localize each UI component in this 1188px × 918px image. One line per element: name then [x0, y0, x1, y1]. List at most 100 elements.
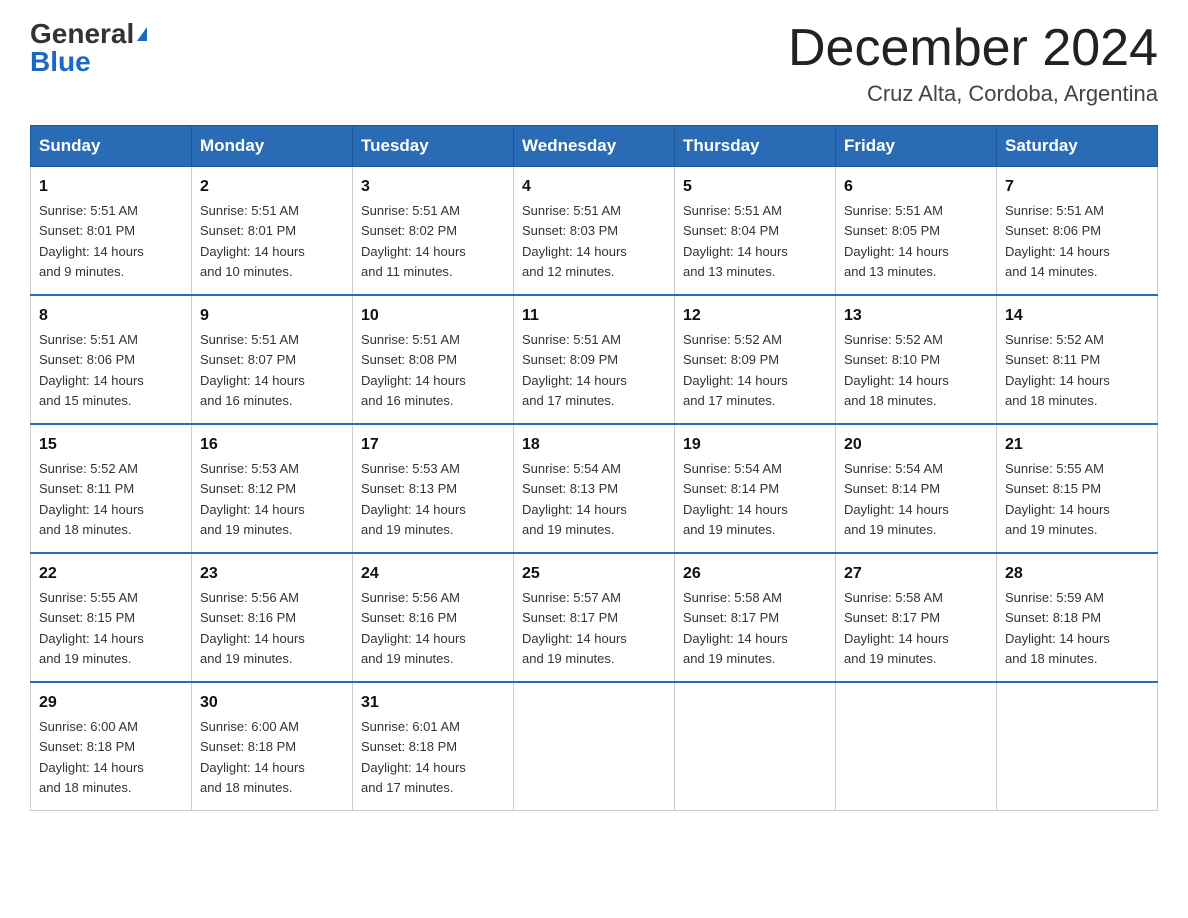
table-row: 3 Sunrise: 5:51 AMSunset: 8:02 PMDayligh… — [353, 167, 514, 296]
table-row: 2 Sunrise: 5:51 AMSunset: 8:01 PMDayligh… — [192, 167, 353, 296]
day-info: Sunrise: 6:00 AMSunset: 8:18 PMDaylight:… — [200, 719, 305, 795]
day-info: Sunrise: 5:56 AMSunset: 8:16 PMDaylight:… — [200, 590, 305, 666]
logo-blue: Blue — [30, 46, 91, 77]
day-info: Sunrise: 5:54 AMSunset: 8:14 PMDaylight:… — [683, 461, 788, 537]
day-number: 21 — [1005, 433, 1149, 457]
day-number: 22 — [39, 562, 183, 586]
header-wednesday: Wednesday — [514, 126, 675, 167]
day-info: Sunrise: 5:58 AMSunset: 8:17 PMDaylight:… — [844, 590, 949, 666]
table-row: 29 Sunrise: 6:00 AMSunset: 8:18 PMDaylig… — [31, 682, 192, 811]
table-row — [514, 682, 675, 811]
day-number: 13 — [844, 304, 988, 328]
table-row: 22 Sunrise: 5:55 AMSunset: 8:15 PMDaylig… — [31, 553, 192, 682]
day-number: 20 — [844, 433, 988, 457]
table-row: 4 Sunrise: 5:51 AMSunset: 8:03 PMDayligh… — [514, 167, 675, 296]
table-row: 8 Sunrise: 5:51 AMSunset: 8:06 PMDayligh… — [31, 295, 192, 424]
day-info: Sunrise: 5:51 AMSunset: 8:08 PMDaylight:… — [361, 332, 466, 408]
day-number: 6 — [844, 175, 988, 199]
day-number: 12 — [683, 304, 827, 328]
day-info: Sunrise: 5:55 AMSunset: 8:15 PMDaylight:… — [1005, 461, 1110, 537]
day-info: Sunrise: 5:51 AMSunset: 8:04 PMDaylight:… — [683, 203, 788, 279]
title-area: December 2024 Cruz Alta, Cordoba, Argent… — [788, 20, 1158, 107]
day-info: Sunrise: 5:56 AMSunset: 8:16 PMDaylight:… — [361, 590, 466, 666]
day-number: 4 — [522, 175, 666, 199]
table-row: 6 Sunrise: 5:51 AMSunset: 8:05 PMDayligh… — [836, 167, 997, 296]
header-saturday: Saturday — [997, 126, 1158, 167]
table-row — [997, 682, 1158, 811]
day-info: Sunrise: 5:51 AMSunset: 8:07 PMDaylight:… — [200, 332, 305, 408]
header-sunday: Sunday — [31, 126, 192, 167]
header-tuesday: Tuesday — [353, 126, 514, 167]
header-thursday: Thursday — [675, 126, 836, 167]
table-row: 15 Sunrise: 5:52 AMSunset: 8:11 PMDaylig… — [31, 424, 192, 553]
calendar-week-row: 1 Sunrise: 5:51 AMSunset: 8:01 PMDayligh… — [31, 167, 1158, 296]
day-info: Sunrise: 5:54 AMSunset: 8:13 PMDaylight:… — [522, 461, 627, 537]
table-row: 30 Sunrise: 6:00 AMSunset: 8:18 PMDaylig… — [192, 682, 353, 811]
table-row — [836, 682, 997, 811]
table-row: 23 Sunrise: 5:56 AMSunset: 8:16 PMDaylig… — [192, 553, 353, 682]
table-row: 5 Sunrise: 5:51 AMSunset: 8:04 PMDayligh… — [675, 167, 836, 296]
day-info: Sunrise: 5:57 AMSunset: 8:17 PMDaylight:… — [522, 590, 627, 666]
day-number: 24 — [361, 562, 505, 586]
table-row: 31 Sunrise: 6:01 AMSunset: 8:18 PMDaylig… — [353, 682, 514, 811]
day-number: 23 — [200, 562, 344, 586]
day-number: 27 — [844, 562, 988, 586]
location-subtitle: Cruz Alta, Cordoba, Argentina — [788, 81, 1158, 107]
table-row: 26 Sunrise: 5:58 AMSunset: 8:17 PMDaylig… — [675, 553, 836, 682]
table-row: 16 Sunrise: 5:53 AMSunset: 8:12 PMDaylig… — [192, 424, 353, 553]
table-row: 25 Sunrise: 5:57 AMSunset: 8:17 PMDaylig… — [514, 553, 675, 682]
day-number: 8 — [39, 304, 183, 328]
day-number: 28 — [1005, 562, 1149, 586]
day-number: 25 — [522, 562, 666, 586]
table-row: 10 Sunrise: 5:51 AMSunset: 8:08 PMDaylig… — [353, 295, 514, 424]
table-row: 19 Sunrise: 5:54 AMSunset: 8:14 PMDaylig… — [675, 424, 836, 553]
day-info: Sunrise: 6:00 AMSunset: 8:18 PMDaylight:… — [39, 719, 144, 795]
day-number: 16 — [200, 433, 344, 457]
day-info: Sunrise: 5:51 AMSunset: 8:09 PMDaylight:… — [522, 332, 627, 408]
table-row: 13 Sunrise: 5:52 AMSunset: 8:10 PMDaylig… — [836, 295, 997, 424]
day-info: Sunrise: 5:51 AMSunset: 8:06 PMDaylight:… — [39, 332, 144, 408]
day-info: Sunrise: 5:51 AMSunset: 8:01 PMDaylight:… — [39, 203, 144, 279]
table-row: 20 Sunrise: 5:54 AMSunset: 8:14 PMDaylig… — [836, 424, 997, 553]
table-row: 14 Sunrise: 5:52 AMSunset: 8:11 PMDaylig… — [997, 295, 1158, 424]
day-info: Sunrise: 6:01 AMSunset: 8:18 PMDaylight:… — [361, 719, 466, 795]
day-info: Sunrise: 5:51 AMSunset: 8:03 PMDaylight:… — [522, 203, 627, 279]
table-row: 11 Sunrise: 5:51 AMSunset: 8:09 PMDaylig… — [514, 295, 675, 424]
header-monday: Monday — [192, 126, 353, 167]
day-number: 14 — [1005, 304, 1149, 328]
day-number: 11 — [522, 304, 666, 328]
day-number: 7 — [1005, 175, 1149, 199]
day-info: Sunrise: 5:51 AMSunset: 8:05 PMDaylight:… — [844, 203, 949, 279]
page-header: General Blue December 2024 Cruz Alta, Co… — [30, 20, 1158, 107]
table-row: 17 Sunrise: 5:53 AMSunset: 8:13 PMDaylig… — [353, 424, 514, 553]
day-number: 19 — [683, 433, 827, 457]
day-number: 30 — [200, 691, 344, 715]
table-row: 24 Sunrise: 5:56 AMSunset: 8:16 PMDaylig… — [353, 553, 514, 682]
table-row: 21 Sunrise: 5:55 AMSunset: 8:15 PMDaylig… — [997, 424, 1158, 553]
calendar-week-row: 29 Sunrise: 6:00 AMSunset: 8:18 PMDaylig… — [31, 682, 1158, 811]
day-number: 3 — [361, 175, 505, 199]
day-info: Sunrise: 5:53 AMSunset: 8:12 PMDaylight:… — [200, 461, 305, 537]
month-title: December 2024 — [788, 20, 1158, 77]
header-friday: Friday — [836, 126, 997, 167]
calendar-table: Sunday Monday Tuesday Wednesday Thursday… — [30, 125, 1158, 811]
logo-text: General — [30, 20, 147, 48]
table-row: 18 Sunrise: 5:54 AMSunset: 8:13 PMDaylig… — [514, 424, 675, 553]
day-info: Sunrise: 5:52 AMSunset: 8:11 PMDaylight:… — [1005, 332, 1110, 408]
table-row — [675, 682, 836, 811]
day-number: 2 — [200, 175, 344, 199]
day-number: 18 — [522, 433, 666, 457]
day-info: Sunrise: 5:53 AMSunset: 8:13 PMDaylight:… — [361, 461, 466, 537]
day-number: 15 — [39, 433, 183, 457]
table-row: 27 Sunrise: 5:58 AMSunset: 8:17 PMDaylig… — [836, 553, 997, 682]
day-info: Sunrise: 5:52 AMSunset: 8:09 PMDaylight:… — [683, 332, 788, 408]
calendar-header-row: Sunday Monday Tuesday Wednesday Thursday… — [31, 126, 1158, 167]
table-row: 12 Sunrise: 5:52 AMSunset: 8:09 PMDaylig… — [675, 295, 836, 424]
table-row: 9 Sunrise: 5:51 AMSunset: 8:07 PMDayligh… — [192, 295, 353, 424]
logo-general: General — [30, 18, 134, 49]
day-number: 9 — [200, 304, 344, 328]
table-row: 1 Sunrise: 5:51 AMSunset: 8:01 PMDayligh… — [31, 167, 192, 296]
day-info: Sunrise: 5:54 AMSunset: 8:14 PMDaylight:… — [844, 461, 949, 537]
day-number: 31 — [361, 691, 505, 715]
table-row: 28 Sunrise: 5:59 AMSunset: 8:18 PMDaylig… — [997, 553, 1158, 682]
